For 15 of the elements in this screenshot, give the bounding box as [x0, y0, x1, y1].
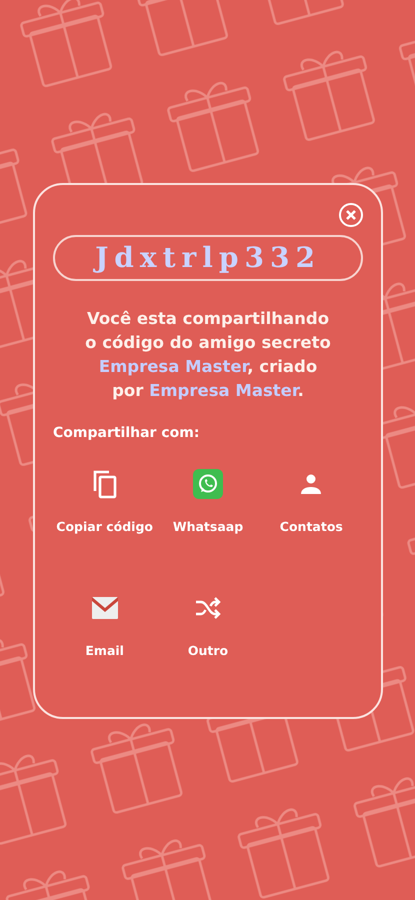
share-option[interactable]: Contatos: [260, 466, 363, 550]
close-icon: [346, 210, 356, 220]
copy-icon: [92, 469, 118, 499]
share-option[interactable]: Email: [53, 590, 156, 674]
share-message: Você esta compartilhando o código do amigo secreto Empresa Master, criado por Empresa Master.: [84, 308, 332, 402]
envelope-icon: [92, 597, 118, 619]
close-button[interactable]: [339, 203, 363, 227]
share-option[interactable]: Whatsaap: [156, 466, 260, 550]
person-icon: [299, 472, 324, 496]
shuffle-icon: [194, 597, 221, 619]
share-label: Compartilhar com:: [53, 424, 200, 443]
code-field: Jdxtrlp332: [53, 235, 363, 281]
share-option[interactable]: Copiar código: [53, 466, 156, 550]
share-option[interactable]: Outro: [156, 590, 260, 674]
whatsapp-icon: [192, 469, 223, 499]
